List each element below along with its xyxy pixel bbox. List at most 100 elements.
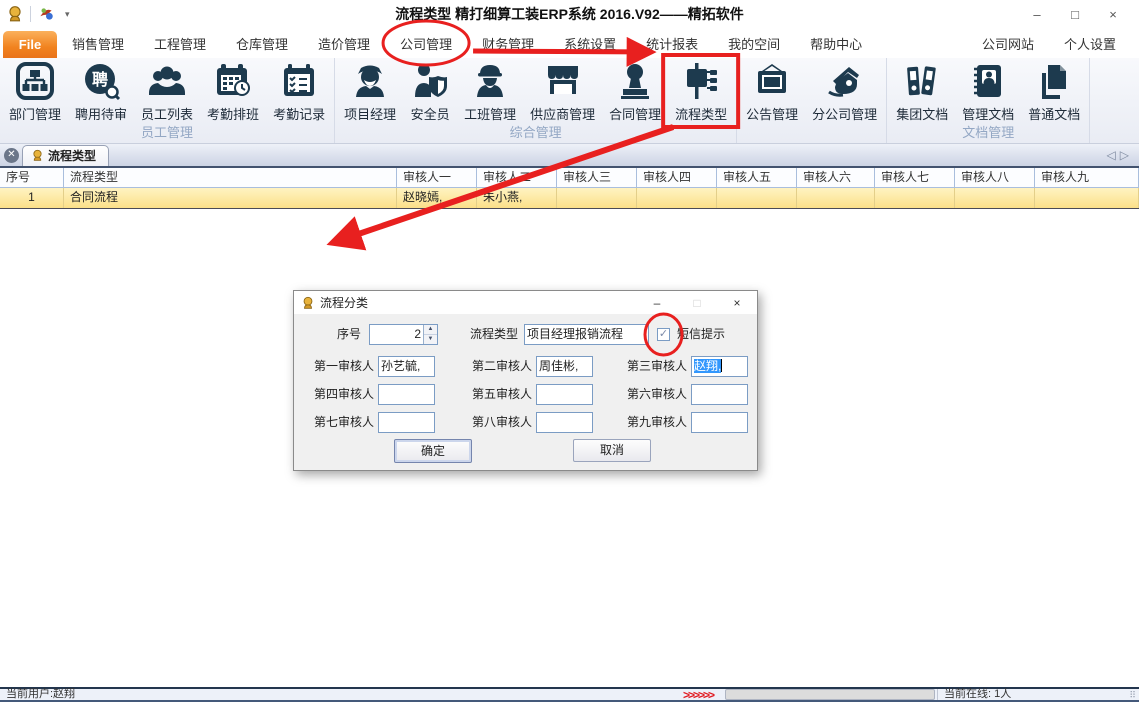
ribbon-button-group-docs[interactable]: 集团文档: [889, 58, 955, 123]
grid-cell[interactable]: 1: [0, 188, 64, 208]
dialog-title-bar: 流程分类 – □ ×: [294, 291, 757, 314]
tab-process-type[interactable]: 流程类型: [22, 145, 109, 166]
ribbon-button-attendance-schedule[interactable]: 考勤排班: [200, 58, 266, 123]
ok-button[interactable]: 确定: [394, 439, 472, 463]
reviewer-input-6[interactable]: [691, 384, 748, 405]
ribbon-button-supplier[interactable]: 供应商管理: [523, 58, 602, 123]
minimize-icon[interactable]: –: [1025, 7, 1049, 22]
dialog-close-icon[interactable]: ×: [717, 296, 757, 310]
ribbon-button-project-manager[interactable]: 项目经理: [337, 58, 403, 123]
ribbon-button-label: 供应商管理: [530, 104, 595, 123]
ribbon-group-1: 部门管理聘聘用待审员工列表考勤排班考勤记录员工管理: [0, 58, 335, 143]
grid-cell[interactable]: [875, 188, 955, 208]
ribbon-button-process-type[interactable]: 流程类型: [668, 58, 734, 123]
sms-checkbox[interactable]: ✓: [657, 328, 670, 341]
menu-item-sales[interactable]: 销售管理: [57, 28, 139, 58]
menu-item-warehouse[interactable]: 仓库管理: [221, 28, 303, 58]
menu-item-personal-settings[interactable]: 个人设置: [1049, 28, 1131, 58]
ribbon-toolbar: 部门管理聘聘用待审员工列表考勤排班考勤记录员工管理项目经理安全员工班管理供应商管…: [0, 58, 1139, 144]
ribbon-button-normal-docs[interactable]: 普通文档: [1021, 58, 1087, 123]
ribbon-button-safety-officer[interactable]: 安全员: [403, 58, 457, 123]
tab-close-icon[interactable]: ✕: [4, 148, 19, 163]
menu-item-reports[interactable]: 统计报表: [631, 28, 713, 58]
ribbon-button-label: 考勤排班: [207, 104, 259, 123]
resize-grip[interactable]: ⠿: [1129, 690, 1137, 701]
grid-cell[interactable]: [557, 188, 637, 208]
reviewer-input-4[interactable]: [378, 384, 435, 405]
ribbon-button-branch-company[interactable]: 分公司管理: [805, 58, 884, 123]
reviewer-input-1[interactable]: 孙艺毓,: [378, 356, 435, 377]
chevrons-indicator: >>>>>>: [683, 688, 713, 702]
reviewer-input-7[interactable]: [378, 412, 435, 433]
person-cap-icon: [350, 61, 390, 101]
grid-cell[interactable]: 朱小燕,: [477, 188, 557, 208]
menu-item-system[interactable]: 系统设置: [549, 28, 631, 58]
grid-header-cell[interactable]: 审核人八: [955, 168, 1035, 188]
sms-label: 短信提示: [677, 324, 747, 345]
process-type-input[interactable]: 项目经理报销流程: [524, 324, 649, 345]
menu-item-cost[interactable]: 造价管理: [303, 28, 385, 58]
file-tab[interactable]: File: [3, 31, 57, 58]
grid-header-cell[interactable]: 审核人四: [637, 168, 717, 188]
quick-access-icon[interactable]: [37, 5, 55, 23]
grid-header-cell[interactable]: 审核人六: [797, 168, 875, 188]
grid-header-cell[interactable]: 审核人二: [477, 168, 557, 188]
menu-item-finance[interactable]: 财务管理: [467, 28, 549, 58]
dialog-minimize-icon[interactable]: –: [637, 296, 677, 310]
quick-access-dropdown-icon[interactable]: ▾: [61, 9, 74, 20]
menu-items: 销售管理工程管理仓库管理造价管理公司管理财务管理系统设置统计报表我的空间帮助中心: [57, 28, 877, 58]
ribbon-group-label: 综合管理: [337, 125, 734, 143]
grid-header-cell[interactable]: 流程类型: [64, 168, 397, 188]
seq-label: 序号: [312, 324, 361, 345]
reviewer-label-8: 第八审核人: [470, 412, 532, 433]
ribbon-button-label: 合同管理: [609, 104, 661, 123]
dialog-title: 流程分类: [320, 294, 368, 311]
close-icon[interactable]: ×: [1101, 7, 1125, 22]
grid-header-cell[interactable]: 审核人九: [1035, 168, 1139, 188]
grid-header-cell[interactable]: 审核人七: [875, 168, 955, 188]
ribbon-button-department[interactable]: 部门管理: [2, 58, 68, 123]
grid-header-cell[interactable]: 审核人五: [717, 168, 797, 188]
ribbon-button-work-crew[interactable]: 工班管理: [457, 58, 523, 123]
menu-item-company[interactable]: 公司管理: [385, 28, 467, 58]
grid-header-cell[interactable]: 序号: [0, 168, 64, 188]
menu-item-engineering[interactable]: 工程管理: [139, 28, 221, 58]
notice-frame-icon: [752, 61, 792, 101]
tab-icon: [31, 149, 44, 162]
menu-item-company-site[interactable]: 公司网站: [967, 28, 1049, 58]
grid-cell[interactable]: [1035, 188, 1139, 208]
ribbon-button-hire-review[interactable]: 聘聘用待审: [68, 58, 134, 123]
grid-header-cell[interactable]: 审核人一: [397, 168, 477, 188]
maximize-icon[interactable]: □: [1063, 7, 1087, 22]
grid-cell[interactable]: [637, 188, 717, 208]
reviewer-input-5[interactable]: [536, 384, 593, 405]
ribbon-button-announcement[interactable]: 公告管理: [739, 58, 805, 123]
reviewer-input-9[interactable]: [691, 412, 748, 433]
menu-item-help-center[interactable]: 帮助中心: [795, 28, 877, 58]
ribbon-button-employee-list[interactable]: 员工列表: [134, 58, 200, 123]
reviewer-input-2[interactable]: 周佳彬,: [536, 356, 593, 377]
ribbon-button-label: 考勤记录: [273, 104, 325, 123]
spinner-down-icon[interactable]: ▼: [424, 335, 437, 344]
reviewer-label-4: 第四审核人: [312, 384, 374, 405]
grid-cell[interactable]: [717, 188, 797, 208]
tab-scroll-arrows[interactable]: ◁▷: [1107, 148, 1133, 162]
grid-cell[interactable]: 赵晓嫣,: [397, 188, 477, 208]
grid-cell[interactable]: [955, 188, 1035, 208]
reviewer-input-8[interactable]: [536, 412, 593, 433]
grid-header-cell[interactable]: 审核人三: [557, 168, 637, 188]
cancel-button[interactable]: 取消: [573, 439, 651, 462]
spinner-up-icon[interactable]: ▲: [424, 325, 437, 335]
grid-cell[interactable]: 合同流程: [64, 188, 397, 208]
selected-text: 赵翔,: [694, 359, 721, 373]
menu-item-my-space[interactable]: 我的空间: [713, 28, 795, 58]
grid-data-row[interactable]: 1合同流程赵晓嫣,朱小燕,: [0, 188, 1139, 208]
ribbon-button-label: 员工列表: [141, 104, 193, 123]
grid-cell[interactable]: [797, 188, 875, 208]
ribbon-button-attendance-record[interactable]: 考勤记录: [266, 58, 332, 123]
ribbon-button-contract[interactable]: 合同管理: [602, 58, 668, 123]
seq-spinner[interactable]: 2 ▲ ▼: [369, 324, 438, 345]
grid-header-row: 序号流程类型审核人一审核人二审核人三审核人四审核人五审核人六审核人七审核人八审核…: [0, 168, 1139, 188]
ribbon-button-admin-docs[interactable]: 管理文档: [955, 58, 1021, 123]
reviewer-input-3[interactable]: 赵翔,: [691, 356, 748, 377]
